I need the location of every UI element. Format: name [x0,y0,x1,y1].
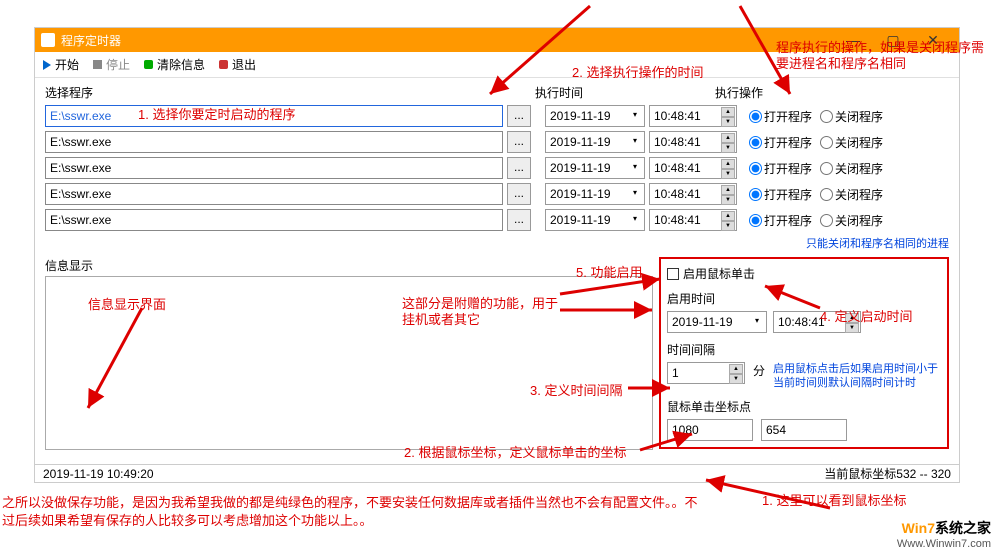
browse-button[interactable]: ... [507,183,531,205]
close-only-note: 只能关闭和程序名相同的进程 [806,238,949,250]
window-title: 程序定时器 [61,32,833,49]
mouse-time-input[interactable]: 10:48:41▲▼ [773,311,861,333]
header-exectime: 执行时间 [535,84,715,101]
start-button[interactable]: 开始 [43,56,79,73]
annotation-mouse: 1. 这里可以看到鼠标坐标 [762,490,906,509]
close-program-radio[interactable]: 关闭程序 [820,134,883,151]
titlebar: 程序定时器 — ▢ ✕ [35,28,959,52]
interval-input[interactable]: 1▲▼ [667,362,745,384]
open-program-radio[interactable]: 打开程序 [749,212,812,229]
exec-date-input[interactable]: 2019-11-19▾ [545,131,645,153]
program-row: ... 2019-11-19▾ 10:48:41▲▼ 打开程序 关闭程序 [45,105,949,127]
stop-icon [93,60,102,69]
open-program-radio[interactable]: 打开程序 [749,134,812,151]
header-action: 执行操作 [715,84,949,101]
exit-icon [219,60,228,69]
program-row: ... 2019-11-19▾ 10:48:41▲▼ 打开程序 关闭程序 [45,183,949,205]
toolbar: 开始 停止 清除信息 退出 [35,52,959,78]
footer-annotation: 之所以没做保存功能，是因为我希望我做的都是纯绿色的程序，不要安装任何数据库或者插… [2,494,702,530]
column-headers: 选择程序 执行时间 执行操作 [45,84,949,101]
close-program-radio[interactable]: 关闭程序 [820,108,883,125]
enable-mouse-checkbox[interactable]: 启用鼠标单击 [667,265,941,282]
exec-date-input[interactable]: 2019-11-19▾ [545,105,645,127]
close-program-radio[interactable]: 关闭程序 [820,160,883,177]
status-bar: 2019-11-19 10:49:20 当前鼠标坐标532 -- 320 [35,464,959,482]
exec-time-input[interactable]: 10:48:41▲▼ [649,209,737,231]
header-program: 选择程序 [45,84,535,101]
browse-button[interactable]: ... [507,131,531,153]
exec-date-input[interactable]: 2019-11-19▾ [545,209,645,231]
stop-button[interactable]: 停止 [93,56,130,73]
status-datetime: 2019-11-19 10:49:20 [43,467,154,481]
exec-time-input[interactable]: 10:48:41▲▼ [649,131,737,153]
program-row: ... 2019-11-19▾ 10:48:41▲▼ 打开程序 关闭程序 [45,157,949,179]
exec-date-input[interactable]: 2019-11-19▾ [545,157,645,179]
status-mouse-coord: 当前鼠标坐标532 -- 320 [824,465,951,482]
open-program-radio[interactable]: 打开程序 [749,108,812,125]
start-time-label: 启用时间 [667,290,941,307]
interval-unit: 分 [753,362,765,379]
exec-time-input[interactable]: 10:48:41▲▼ [649,105,737,127]
maximize-button[interactable]: ▢ [873,32,913,49]
browse-button[interactable]: ... [507,105,531,127]
browse-button[interactable]: ... [507,209,531,231]
info-label: 信息显示 [45,257,653,274]
open-program-radio[interactable]: 打开程序 [749,160,812,177]
program-row: ... 2019-11-19▾ 10:48:41▲▼ 打开程序 关闭程序 [45,131,949,153]
checkbox-icon [667,268,679,280]
clear-icon [144,60,153,69]
coord-y-input[interactable]: 654 [761,419,847,441]
open-program-radio[interactable]: 打开程序 [749,186,812,203]
program-path-input[interactable] [45,183,503,205]
app-icon [41,33,55,47]
play-icon [43,60,51,70]
exec-date-input[interactable]: 2019-11-19▾ [545,183,645,205]
site-logo: Win7系统之家 Www.Winwin7.com [897,518,991,550]
minimize-button[interactable]: — [833,32,873,48]
program-path-input[interactable] [45,131,503,153]
mouse-note: 启用鼠标点击后如果启用时间小于当前时间则默认间隔时间计时 [773,362,941,390]
program-path-input[interactable] [45,105,503,127]
browse-button[interactable]: ... [507,157,531,179]
mouse-click-panel: 启用鼠标单击 启用时间 2019-11-19▾ 10:48:41▲▼ 时间间隔 … [659,257,949,449]
coord-x-input[interactable]: 1080 [667,419,753,441]
close-program-radio[interactable]: 关闭程序 [820,186,883,203]
close-program-radio[interactable]: 关闭程序 [820,212,883,229]
close-button[interactable]: ✕ [913,32,953,49]
app-window: 程序定时器 — ▢ ✕ 开始 停止 清除信息 退出 选择程序 执行时间 执行操作… [34,27,960,483]
interval-label: 时间间隔 [667,341,941,358]
coord-label: 鼠标单击坐标点 [667,398,941,415]
mouse-date-input[interactable]: 2019-11-19▾ [667,311,767,333]
exit-button[interactable]: 退出 [219,56,256,73]
info-display-box [45,276,653,450]
program-path-input[interactable] [45,209,503,231]
program-row: ... 2019-11-19▾ 10:48:41▲▼ 打开程序 关闭程序 [45,209,949,231]
program-path-input[interactable] [45,157,503,179]
exec-time-input[interactable]: 10:48:41▲▼ [649,183,737,205]
clear-button[interactable]: 清除信息 [144,56,205,73]
exec-time-input[interactable]: 10:48:41▲▼ [649,157,737,179]
